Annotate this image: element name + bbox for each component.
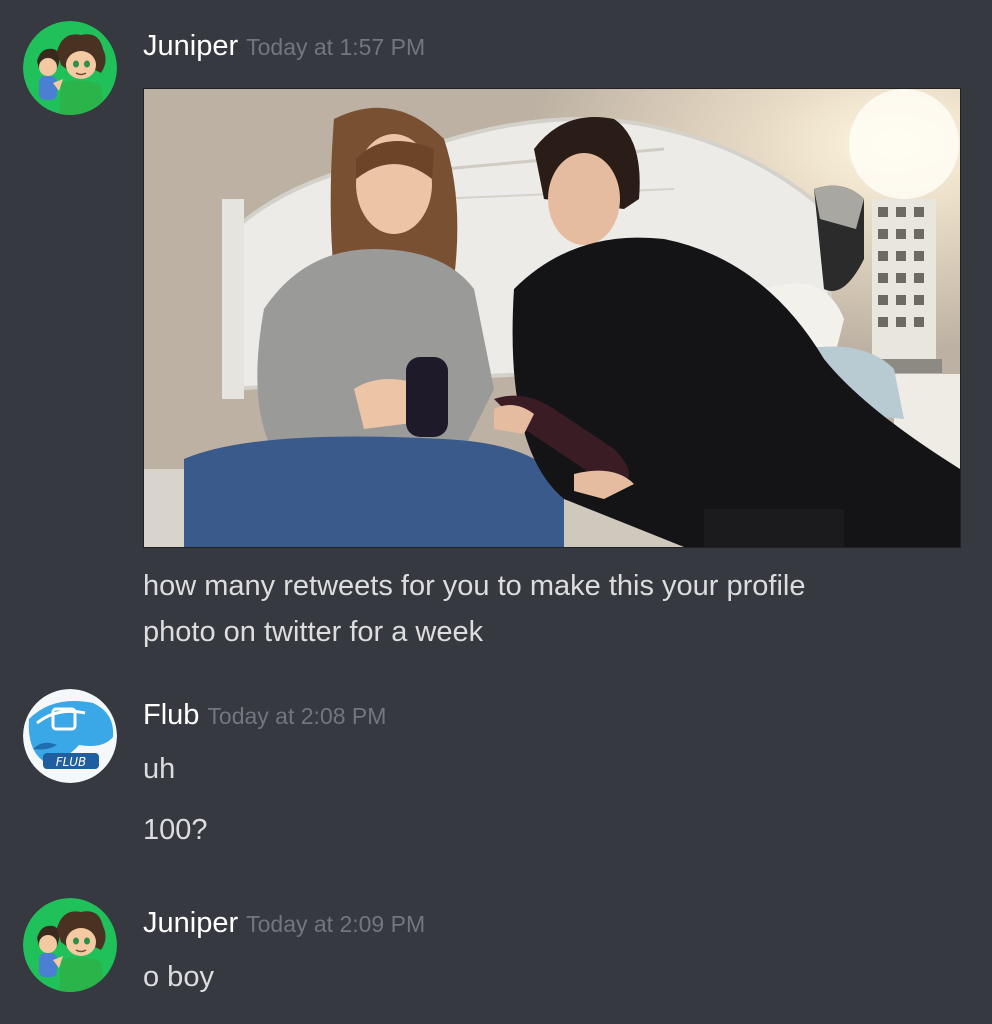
juniper-avatar[interactable]: [23, 21, 117, 115]
message-text-line-1: o boy: [143, 961, 214, 993]
message-timestamp[interactable]: Today at 1:57 PM: [246, 34, 425, 60]
message-text-line-1: how many retweets for you to make this y…: [143, 570, 806, 602]
message-text-line-2: 100?: [143, 814, 208, 846]
flub-avatar[interactable]: FLUB: [23, 689, 117, 783]
flub-logo-avatar-icon: FLUB: [23, 689, 117, 783]
message-timestamp[interactable]: Today at 2:08 PM: [207, 703, 386, 729]
juniper-avatar[interactable]: [23, 898, 117, 992]
svg-text:FLUB: FLUB: [56, 755, 87, 769]
author-name[interactable]: Juniper: [143, 30, 238, 62]
image-attachment[interactable]: [143, 88, 961, 548]
cartoon-avatar-icon: [23, 898, 117, 992]
cartoon-avatar-icon: [23, 21, 117, 115]
message-header: Juniper Today at 2:09 PM: [143, 909, 425, 938]
message-header: Juniper Today at 1:57 PM: [143, 32, 425, 61]
author-name[interactable]: Juniper: [143, 907, 238, 939]
message-header: Flub Today at 2:08 PM: [143, 701, 386, 730]
author-name[interactable]: Flub: [143, 699, 199, 731]
message-text-line-1: uh: [143, 753, 176, 785]
photo-image: [144, 89, 960, 547]
message-text-line-2: photo on twitter for a week: [143, 616, 484, 648]
message-timestamp[interactable]: Today at 2:09 PM: [246, 911, 425, 937]
